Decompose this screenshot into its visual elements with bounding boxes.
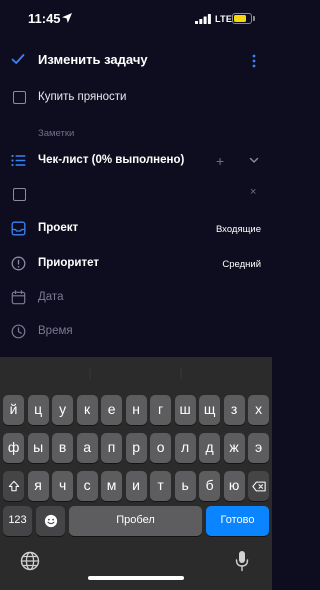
key-б[interactable]: б xyxy=(199,471,221,501)
calendar-icon xyxy=(11,290,26,305)
inbox-icon xyxy=(11,221,26,236)
key-п[interactable]: п xyxy=(101,433,123,463)
key-э[interactable]: э xyxy=(248,433,270,463)
status-time: 11:45 xyxy=(28,11,61,26)
key-я[interactable]: я xyxy=(27,471,49,501)
key-е[interactable]: е xyxy=(101,395,123,425)
key-н[interactable]: н xyxy=(125,395,147,425)
remove-item-icon[interactable]: × xyxy=(250,186,256,198)
key-у[interactable]: у xyxy=(52,395,74,425)
signal-icon xyxy=(195,14,211,24)
emoji-icon xyxy=(44,514,57,528)
location-arrow-icon xyxy=(62,13,72,23)
key-т[interactable]: т xyxy=(150,471,172,501)
key-ц[interactable]: ц xyxy=(27,395,49,425)
key-о[interactable]: о xyxy=(150,433,172,463)
globe-icon[interactable] xyxy=(20,551,40,571)
more-options-icon[interactable] xyxy=(250,53,258,69)
key-в[interactable]: в xyxy=(52,433,74,463)
key-г[interactable]: г xyxy=(150,395,172,425)
key-ь[interactable]: ь xyxy=(174,471,196,501)
key-л[interactable]: л xyxy=(174,433,196,463)
key-ф[interactable]: ф xyxy=(3,433,25,463)
done-key[interactable]: Готово xyxy=(206,506,269,536)
task-name-field[interactable]: Купить пряности xyxy=(38,91,126,103)
battery-icon xyxy=(232,13,252,24)
key-з[interactable]: з xyxy=(223,395,245,425)
checklist-title: Чек-лист (0% выполнено) xyxy=(38,154,185,166)
key-к[interactable]: к xyxy=(76,395,98,425)
checklist-icon xyxy=(11,154,26,167)
emoji-key[interactable] xyxy=(36,506,65,536)
numbers-key[interactable]: 123 xyxy=(3,506,32,536)
home-indicator xyxy=(88,576,184,580)
key-а[interactable]: а xyxy=(76,433,98,463)
time-field[interactable]: Время xyxy=(38,325,73,337)
key-д[interactable]: д xyxy=(199,433,221,463)
priority-label[interactable]: Приоритет xyxy=(38,257,99,269)
key-ч[interactable]: ч xyxy=(52,471,74,501)
key-ш[interactable]: ш xyxy=(174,395,196,425)
key-ы[interactable]: ы xyxy=(27,433,49,463)
save-check-icon[interactable] xyxy=(11,52,25,66)
backspace-icon xyxy=(251,481,266,492)
priority-icon xyxy=(11,256,26,271)
shift-key[interactable] xyxy=(3,471,24,501)
shift-icon xyxy=(8,480,19,492)
key-ю[interactable]: ю xyxy=(223,471,245,501)
key-с[interactable]: с xyxy=(76,471,98,501)
project-label[interactable]: Проект xyxy=(38,222,78,234)
key-щ[interactable]: щ xyxy=(199,395,221,425)
battery-tip xyxy=(253,16,255,21)
keyboard: йцукенгшщзх фывапролджэ ячсмитьбю 123 Пр… xyxy=(0,357,272,590)
suggestion-bar xyxy=(89,367,182,379)
chevron-down-icon[interactable] xyxy=(248,154,260,166)
date-field[interactable]: Дата xyxy=(38,291,63,303)
microphone-icon[interactable] xyxy=(235,550,249,572)
battery-level xyxy=(234,15,247,22)
checklist-item-checkbox[interactable] xyxy=(13,188,26,201)
key-м[interactable]: м xyxy=(101,471,123,501)
notes-field[interactable]: Заметки xyxy=(38,128,74,139)
key-р[interactable]: р xyxy=(125,433,147,463)
checklist-item-input[interactable] xyxy=(38,188,228,202)
key-х[interactable]: х xyxy=(248,395,270,425)
key-и[interactable]: и xyxy=(125,471,147,501)
task-complete-checkbox[interactable] xyxy=(13,91,26,104)
key-й[interactable]: й xyxy=(3,395,25,425)
add-checklist-item-icon[interactable]: + xyxy=(216,153,224,169)
project-value[interactable]: Входящие xyxy=(216,224,261,235)
page-title: Изменить задачу xyxy=(38,52,148,67)
priority-value[interactable]: Средний xyxy=(222,259,261,270)
backspace-key[interactable] xyxy=(248,471,269,501)
clock-icon xyxy=(11,324,26,339)
network-type: LTE xyxy=(215,14,233,24)
space-key[interactable]: Пробел xyxy=(69,506,202,536)
key-ж[interactable]: ж xyxy=(223,433,245,463)
